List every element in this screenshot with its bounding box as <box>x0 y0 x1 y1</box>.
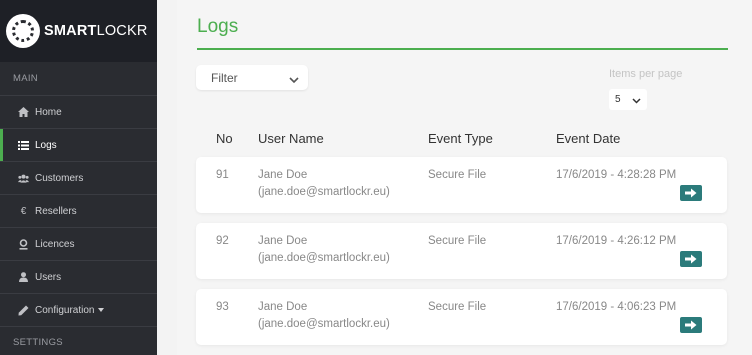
main-content: Logs Filter Items per page 5 No User Nam… <box>177 0 752 355</box>
title-divider <box>197 48 728 50</box>
row-number: 91 <box>216 169 229 181</box>
sidebar-item-home[interactable]: Home <box>0 96 157 129</box>
arrow-right-icon <box>685 254 697 264</box>
sidebar-item-label: Licences <box>35 238 75 250</box>
filter-dropdown[interactable]: Filter <box>196 65 308 90</box>
users-group-icon <box>18 173 29 184</box>
pencil-icon <box>18 305 29 316</box>
row-event-date: 17/6/2019 - 4:28:28 PM <box>556 169 677 181</box>
row-event-date: 17/6/2019 - 4:26:12 PM <box>556 235 677 247</box>
user-icon <box>18 272 29 283</box>
page-title: Logs <box>197 16 239 37</box>
column-header-event-type: Event Type <box>428 131 493 146</box>
home-icon <box>18 107 29 118</box>
row-number: 92 <box>216 235 229 247</box>
row-event-type: Secure File <box>428 169 487 181</box>
items-per-page-select[interactable]: 5 <box>609 89 647 110</box>
chevron-down-icon <box>289 73 299 87</box>
chevron-down-icon <box>632 96 641 107</box>
row-user: Jane Doe (jane.doe@smartlockr.eu) <box>258 167 390 201</box>
sidebar-item-customers[interactable]: Customers <box>0 162 157 195</box>
table-row: 93 Jane Doe (jane.doe@smartlockr.eu) Secu… <box>196 289 727 345</box>
table-header: No User Name Event Type Event Date <box>196 131 727 147</box>
row-user: Jane Doe (jane.doe@smartlockr.eu) <box>258 233 390 267</box>
table-row: 92 Jane Doe (jane.doe@smartlockr.eu) Secu… <box>196 223 727 279</box>
sidebar-item-users[interactable]: Users <box>0 261 157 294</box>
sidebar-item-licences[interactable]: Licences <box>0 228 157 261</box>
caret-down-icon <box>98 308 105 312</box>
sidebar-item-label: Resellers <box>35 205 77 217</box>
row-event-type: Secure File <box>428 235 487 247</box>
sidebar-item-label: Customers <box>35 172 84 184</box>
view-details-button[interactable] <box>680 251 702 267</box>
row-number: 93 <box>216 301 229 313</box>
sidebar-item-label: Users <box>35 271 62 283</box>
license-icon <box>18 238 29 250</box>
arrow-right-icon <box>685 320 697 330</box>
section-label-main: MAIN <box>0 62 157 96</box>
logo-icon <box>6 14 40 48</box>
brand[interactable]: SMARTLOCKR <box>0 0 157 62</box>
sidebar-item-label: Logs <box>35 139 57 151</box>
items-per-page-label: Items per page <box>609 68 683 80</box>
user-email: (jane.doe@smartlockr.eu) <box>258 252 390 264</box>
user-name: Jane Doe <box>258 301 308 313</box>
column-header-user-name: User Name <box>258 131 324 146</box>
items-per-page-value: 5 <box>615 94 621 105</box>
column-header-event-date: Event Date <box>556 131 621 146</box>
user-email: (jane.doe@smartlockr.eu) <box>258 318 390 330</box>
section-label-settings: SETTINGS <box>13 336 63 348</box>
row-event-type: Secure File <box>428 301 487 313</box>
view-details-button[interactable] <box>680 317 702 333</box>
arrow-right-icon <box>685 188 697 198</box>
row-event-date: 17/6/2019 - 4:06:23 PM <box>556 301 677 313</box>
view-details-button[interactable] <box>680 185 702 201</box>
sidebar-item-configuration[interactable]: Configuration <box>0 294 157 327</box>
list-icon <box>18 140 29 151</box>
table-row: 91 Jane Doe (jane.doe@smartlockr.eu) Secu… <box>196 157 727 213</box>
sidebar-item-logs[interactable]: Logs <box>0 129 157 162</box>
row-user: Jane Doe (jane.doe@smartlockr.eu) <box>258 299 390 333</box>
sidebar-item-label: Home <box>35 106 62 118</box>
user-name: Jane Doe <box>258 235 308 247</box>
brand-name: SMARTLOCKR <box>44 23 148 39</box>
column-header-no: No <box>216 131 233 146</box>
sidebar: SMARTLOCKR MAIN Home Logs Customers € Re… <box>0 0 157 355</box>
user-name: Jane Doe <box>258 169 308 181</box>
sidebar-item-label: Configuration <box>35 304 95 316</box>
euro-icon: € <box>20 205 27 217</box>
user-email: (jane.doe@smartlockr.eu) <box>258 186 390 198</box>
filter-label: Filter <box>211 70 238 85</box>
sidebar-item-resellers[interactable]: € Resellers <box>0 195 157 228</box>
